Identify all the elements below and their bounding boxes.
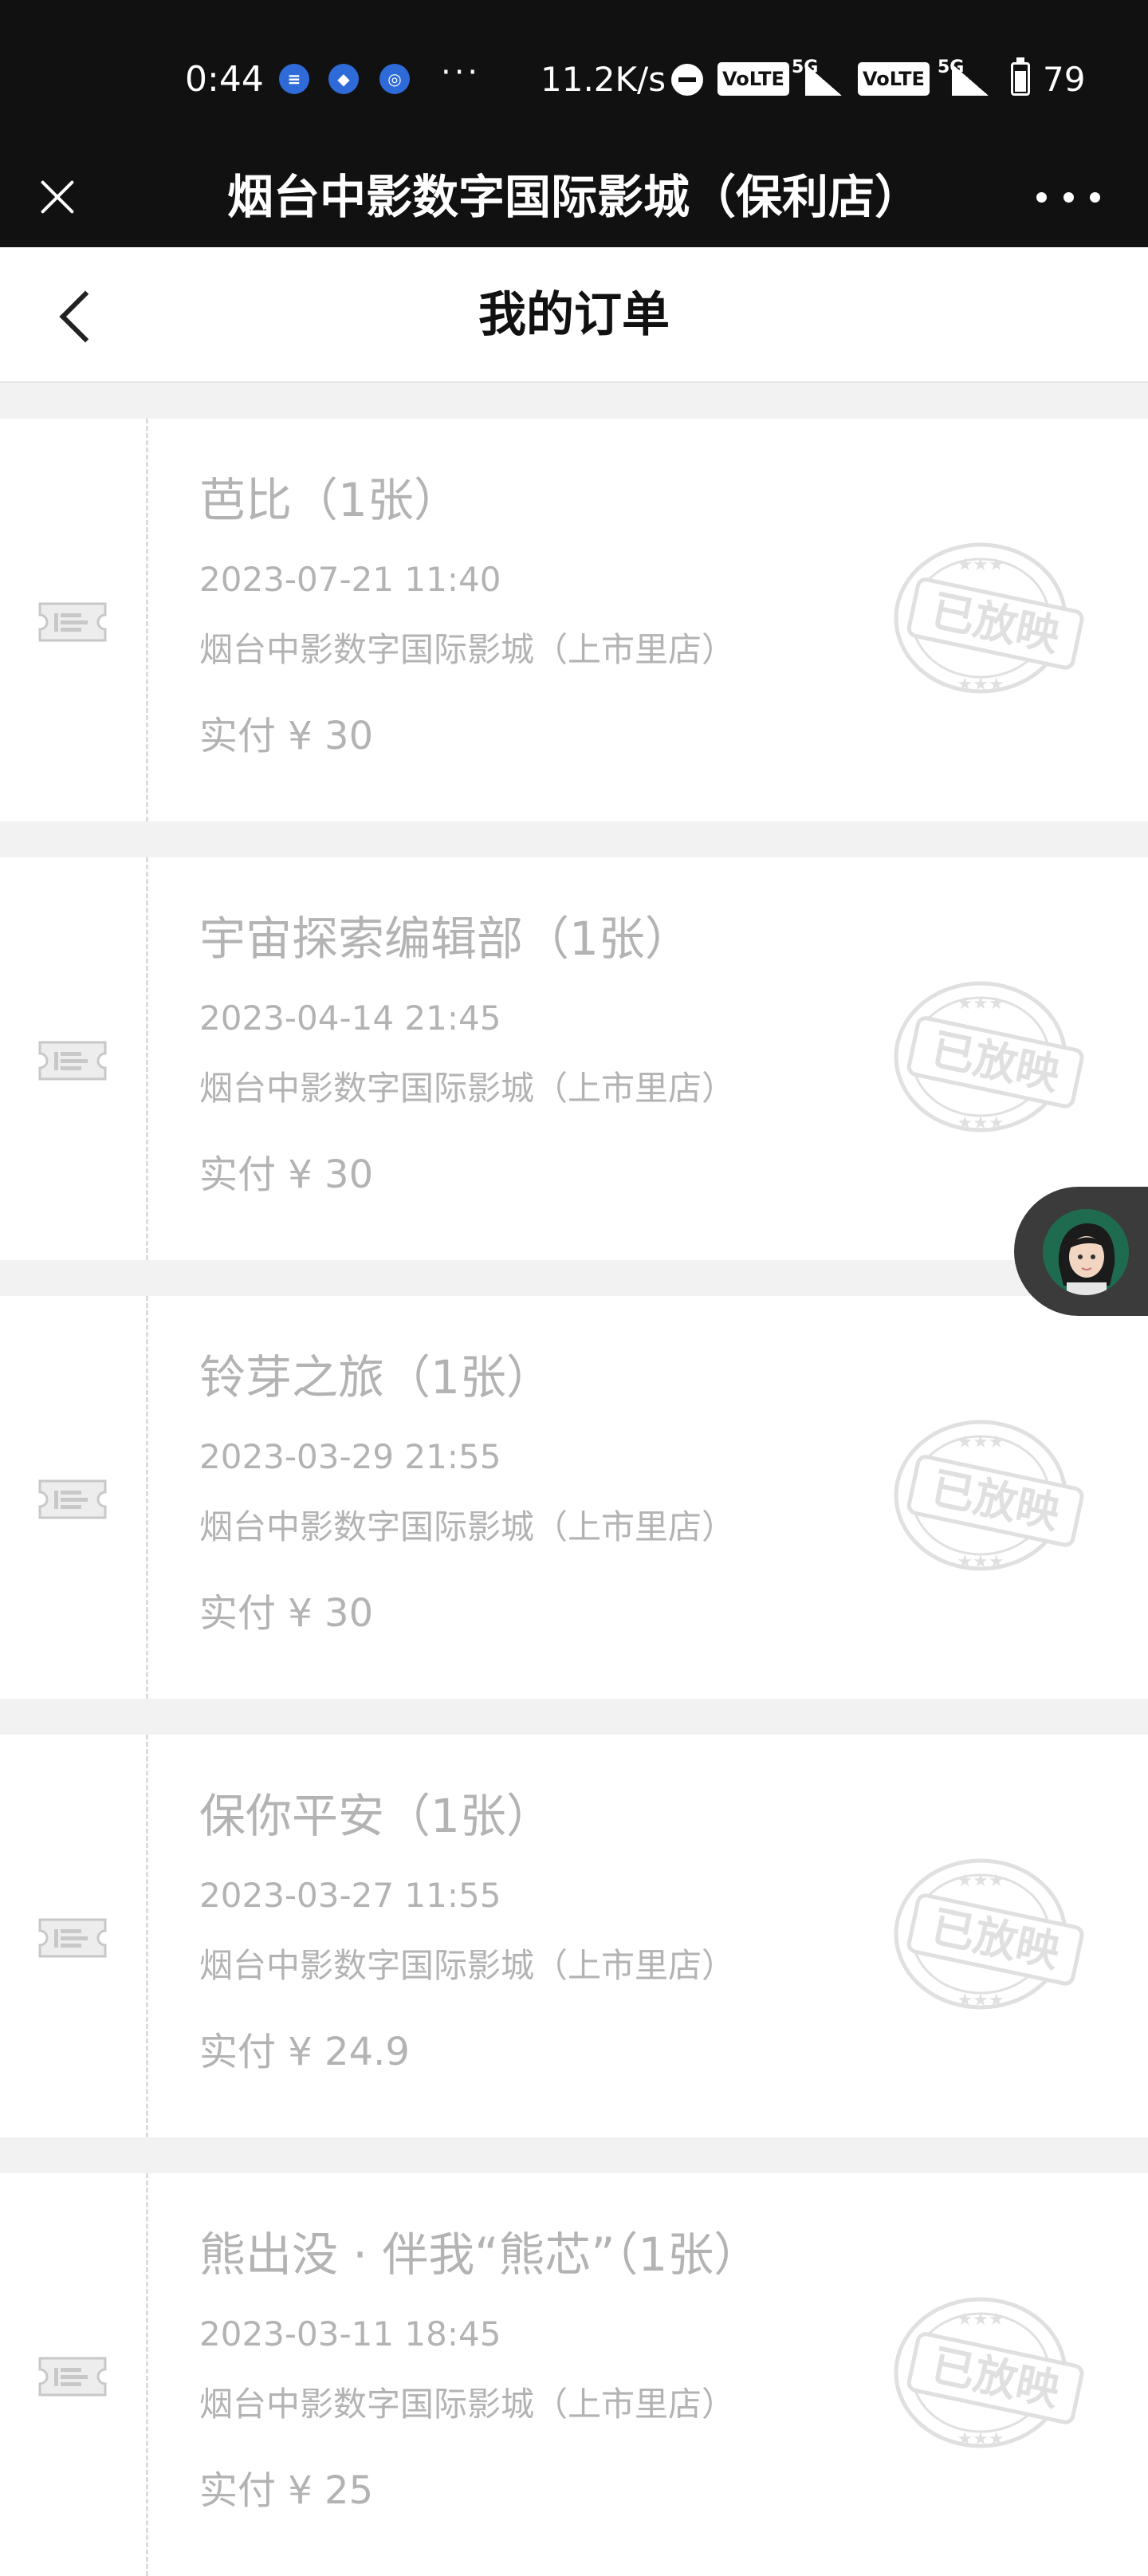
ticket-icon [38, 1041, 107, 1081]
order-cinema: 烟台中影数字国际影城（上市里店） [199, 1507, 736, 1546]
more-notifications-icon: ··· [441, 54, 482, 91]
card-divider [146, 857, 148, 1260]
message-notification-icon: ≡ [279, 64, 309, 94]
screened-stamp-icon: 已放映 ★★★ ★★★ [894, 1858, 1084, 2011]
order-cinema: 烟台中影数字国际影城（上市里店） [199, 2385, 736, 2424]
shield-notification-icon: ◆ [328, 64, 359, 94]
ticket-icon [38, 2357, 107, 2397]
svg-text:★★★: ★★★ [957, 1871, 1004, 1891]
order-paid-amount: 实付 ¥ 25 [199, 2468, 374, 2513]
order-paid-amount: 实付 ¥ 24.9 [199, 2030, 410, 2074]
order-title: 铃芽之旅（1张） [199, 1350, 552, 1404]
app-notification-icon: ◎ [379, 64, 410, 94]
order-title: 熊出没 · 伴我“熊芯”（1张） [199, 2227, 761, 2282]
order-datetime: 2023-03-11 18:45 [199, 2314, 501, 2353]
order-datetime: 2023-03-29 21:55 [199, 1437, 501, 1476]
mini-program-title: 烟台中影数字国际影城（保利店） [226, 170, 921, 224]
ticket-icon [38, 602, 107, 642]
volte-badge-1: VoLTE [718, 62, 789, 96]
card-divider [146, 2173, 148, 2576]
close-icon[interactable] [32, 171, 83, 223]
ticket-icon [38, 1918, 107, 1958]
svg-text:★★★: ★★★ [957, 1552, 1004, 1572]
card-divider [146, 1296, 148, 1699]
ticket-icon [38, 1479, 107, 1519]
svg-text:★★★: ★★★ [957, 1113, 1004, 1133]
order-cinema: 烟台中影数字国际影城（上市里店） [199, 1069, 736, 1108]
volte-badge-2: VoLTE [858, 62, 930, 96]
order-datetime: 2023-03-27 11:55 [199, 1876, 501, 1915]
battery-icon [1011, 57, 1030, 96]
order-cinema: 烟台中影数字国际影城（上市里店） [199, 1946, 736, 1985]
order-paid-amount: 实付 ¥ 30 [199, 1591, 374, 1636]
mini-program-titlebar: 烟台中影数字国际影城（保利店） [0, 148, 1148, 247]
assistant-avatar-icon [1043, 1209, 1129, 1295]
more-dots-icon[interactable] [1036, 179, 1100, 215]
svg-text:★★★: ★★★ [957, 2310, 1004, 2330]
order-cinema: 烟台中影数字国际影城（上市里店） [199, 630, 736, 669]
screened-stamp-icon: 已放映 ★★★ ★★★ [894, 542, 1084, 695]
order-title: 宇宙探索编辑部（1张） [199, 912, 691, 966]
order-datetime: 2023-07-21 11:40 [199, 560, 501, 599]
order-card[interactable]: 铃芽之旅（1张） 2023-03-29 21:55 烟台中影数字国际影城（上市里… [0, 1296, 1148, 1699]
card-divider [146, 419, 148, 821]
order-card[interactable]: 熊出没 · 伴我“熊芯”（1张） 2023-03-11 18:45 烟台中影数字… [0, 2173, 1148, 2576]
signal-icon-2 [952, 64, 989, 96]
network-speed: 11.2K/s [541, 60, 666, 99]
screened-stamp-icon: 已放映 ★★★ ★★★ [894, 2297, 1084, 2449]
page-header: 我的订单 [0, 247, 1148, 383]
card-divider [146, 1735, 148, 2137]
order-card[interactable]: 保你平安（1张） 2023-03-27 11:55 烟台中影数字国际影城（上市里… [0, 1735, 1148, 2137]
screened-stamp-icon: 已放映 ★★★ ★★★ [894, 1420, 1084, 1572]
status-time: 0:44 [185, 59, 264, 100]
screened-stamp-icon: 已放映 ★★★ ★★★ [894, 981, 1084, 1133]
order-title: 保你平安（1张） [199, 1789, 552, 1843]
order-card[interactable]: 芭比（1张） 2023-07-21 11:40 烟台中影数字国际影城（上市里店）… [0, 419, 1148, 821]
svg-text:★★★: ★★★ [957, 994, 1004, 1014]
order-paid-amount: 实付 ¥ 30 [199, 1152, 374, 1197]
signal-icon-1 [805, 64, 842, 96]
order-title: 芭比（1张） [199, 473, 460, 527]
svg-text:★★★: ★★★ [957, 1432, 1004, 1452]
do-not-disturb-icon [671, 64, 703, 96]
floating-assistant-button[interactable] [1014, 1187, 1148, 1316]
status-bar: 0:44 ≡ ◆ ◎ ··· 11.2K/s VoLTE 5G VoLTE 5G… [0, 0, 1148, 148]
page-title: 我的订单 [478, 287, 670, 343]
order-card[interactable]: 宇宙探索编辑部（1张） 2023-04-14 21:45 烟台中影数字国际影城（… [0, 857, 1148, 1260]
back-chevron-icon[interactable] [48, 279, 112, 351]
battery-level: 79 [1043, 60, 1086, 99]
svg-text:★★★: ★★★ [957, 675, 1004, 695]
svg-text:★★★: ★★★ [957, 555, 1004, 575]
svg-text:★★★: ★★★ [957, 2429, 1004, 2449]
order-datetime: 2023-04-14 21:45 [199, 998, 501, 1038]
svg-text:★★★: ★★★ [957, 1991, 1004, 2011]
order-paid-amount: 实付 ¥ 30 [199, 714, 374, 758]
